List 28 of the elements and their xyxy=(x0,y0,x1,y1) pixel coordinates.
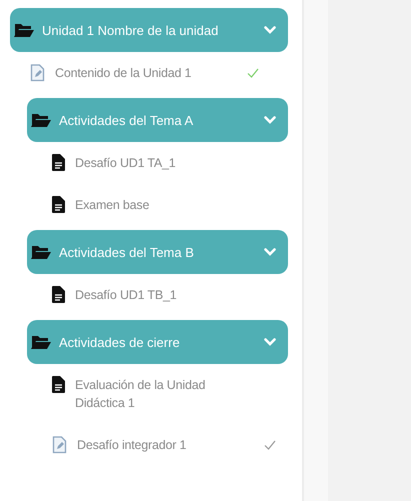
activity-link[interactable]: Desafío UD1 TB_1 xyxy=(75,286,257,304)
document-icon xyxy=(52,196,65,213)
document-icon xyxy=(52,376,65,393)
folder-title: Actividades de cierre xyxy=(59,334,181,350)
folder-title: Actividades del Tema B xyxy=(59,244,195,260)
section-header[interactable]: Unidad 1 Nombre de la unidad xyxy=(10,8,288,52)
activity-link[interactable]: Desafío UD1 TA_1 xyxy=(75,154,257,172)
page-icon xyxy=(52,436,67,454)
chevron-icon[interactable] xyxy=(264,338,276,346)
folder-header[interactable]: Actividades de cierre xyxy=(27,320,288,364)
folder-header[interactable]: Actividades del Tema A xyxy=(27,98,288,142)
folder-icon xyxy=(31,112,51,128)
chevron-icon[interactable] xyxy=(264,248,276,256)
folder-title: Actividades del Tema A xyxy=(59,112,194,128)
activity-link[interactable]: Contenido de la Unidad 1 xyxy=(55,64,237,82)
chevron-icon[interactable] xyxy=(264,26,276,34)
folder-icon xyxy=(14,22,34,38)
activity-link[interactable]: Examen base xyxy=(75,196,257,214)
chevron-icon[interactable] xyxy=(264,116,276,124)
folder-icon xyxy=(31,244,51,260)
page-icon xyxy=(30,64,45,82)
folder-header[interactable]: Actividades del Tema B xyxy=(27,230,288,274)
section-title: Unidad 1 Nombre de la unidad xyxy=(42,22,220,38)
activity-link[interactable]: Desafío integrador 1 xyxy=(77,436,254,454)
document-icon xyxy=(52,286,65,303)
folder-icon xyxy=(31,334,51,350)
document-icon xyxy=(52,154,65,171)
activity-link[interactable]: Evaluación de la Unidad Didáctica 1 xyxy=(75,376,257,412)
